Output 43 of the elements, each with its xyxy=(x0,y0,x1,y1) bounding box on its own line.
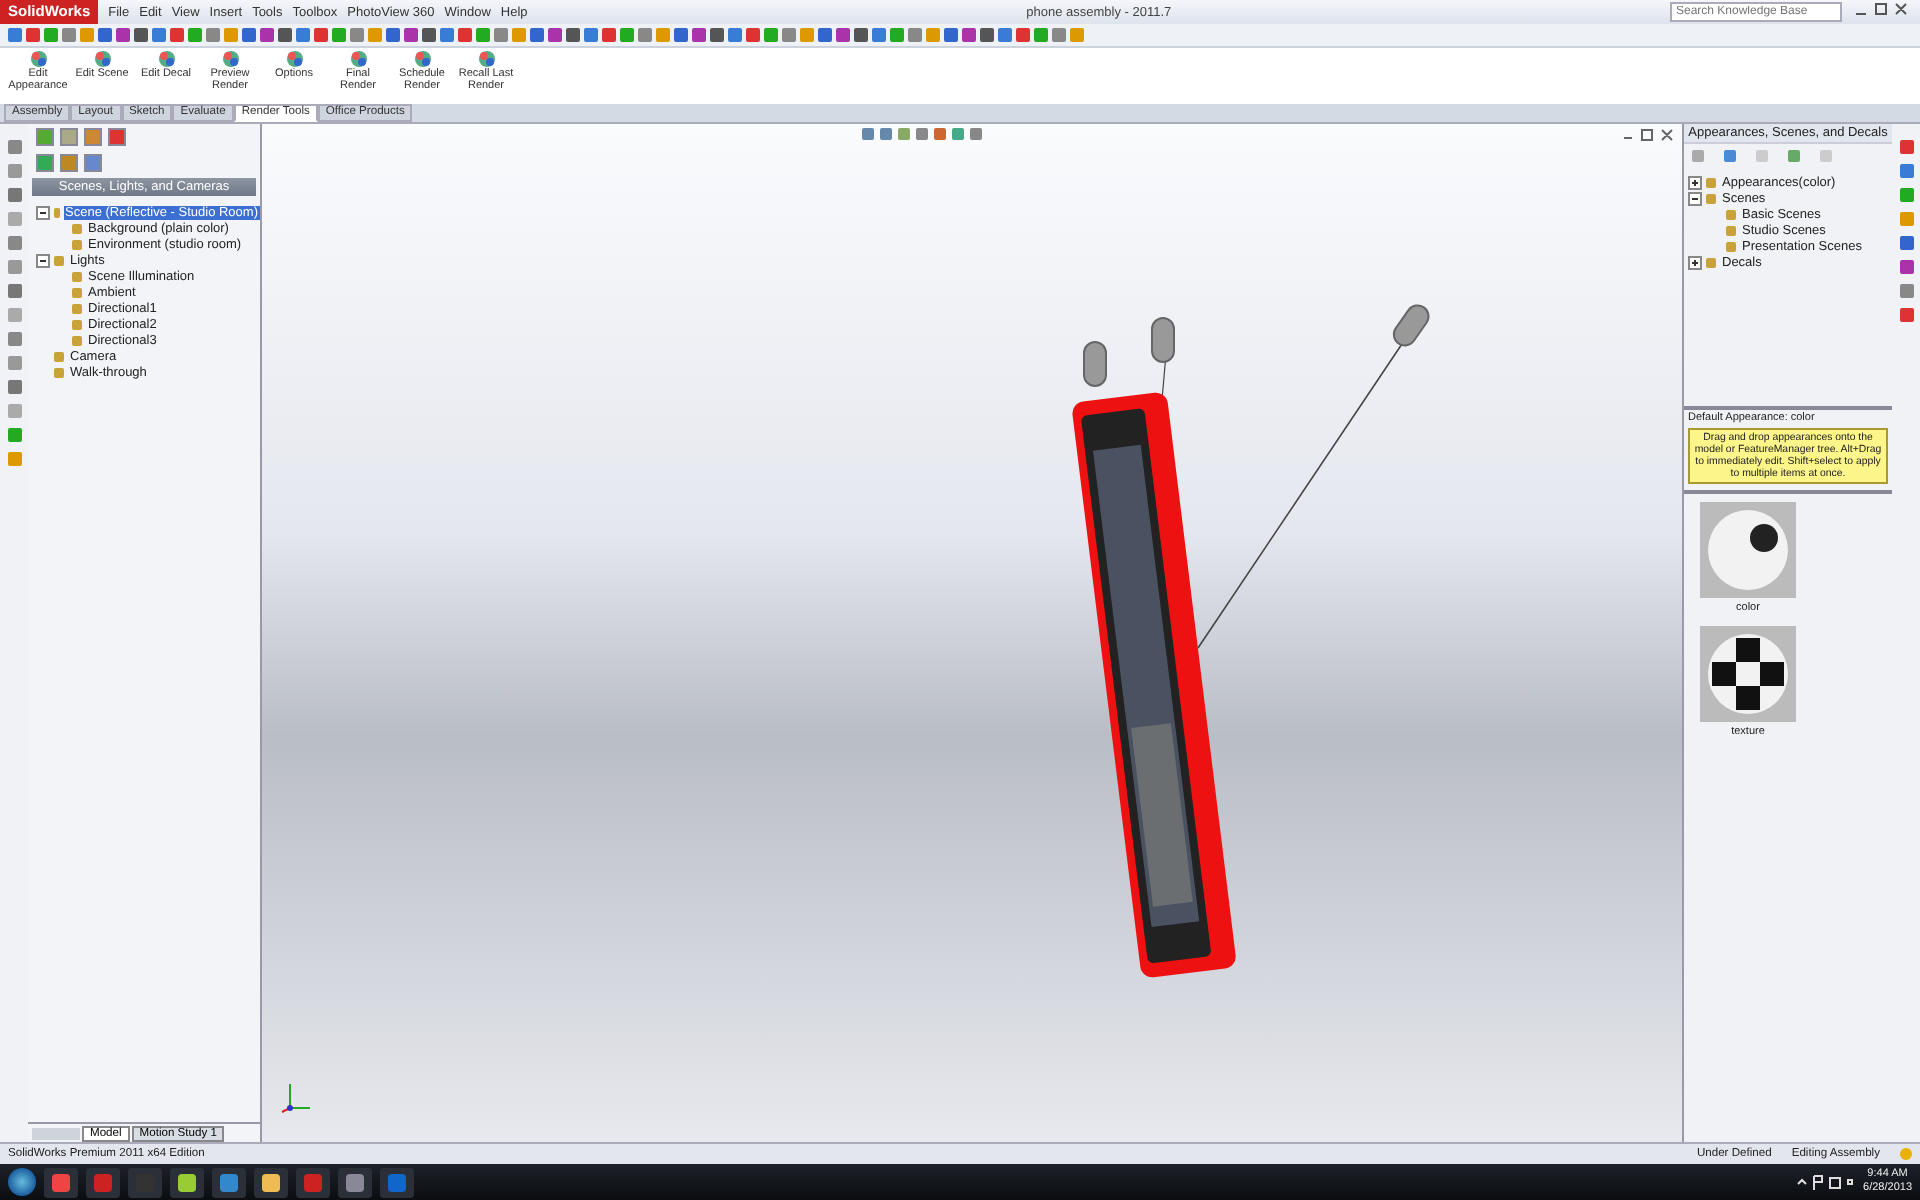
render-icon xyxy=(93,50,111,68)
taskbar-app-icon[interactable] xyxy=(170,1167,204,1197)
tree-node-icon xyxy=(54,367,64,377)
taskbar-app-icon[interactable] xyxy=(338,1167,372,1197)
panel-tool-icon[interactable] xyxy=(1756,150,1768,162)
taskbar-app-icon[interactable] xyxy=(254,1167,288,1197)
tree-node-icon xyxy=(72,223,82,233)
render-icon xyxy=(349,50,367,68)
expander-icon[interactable] xyxy=(1688,175,1702,189)
expander-icon[interactable] xyxy=(1688,255,1702,269)
status-icon[interactable] xyxy=(1900,1148,1912,1160)
tree-node-icon xyxy=(72,319,82,329)
panel-tool-icon[interactable] xyxy=(1820,150,1832,162)
tree-node-icon xyxy=(54,255,64,265)
taskbar-app-icon[interactable] xyxy=(212,1167,246,1197)
panel-tool-icon[interactable] xyxy=(1788,150,1800,162)
expander-icon[interactable] xyxy=(1688,191,1702,205)
tree-node-icon xyxy=(54,207,60,217)
render-icon xyxy=(221,50,239,68)
expander-icon[interactable] xyxy=(36,253,50,267)
panel-tool-icon[interactable] xyxy=(1724,150,1736,162)
tree-node-icon xyxy=(72,335,82,345)
render-icon xyxy=(477,50,495,68)
panel-tool-icon[interactable] xyxy=(1692,150,1704,162)
graphics-viewport[interactable] xyxy=(262,124,1684,1142)
tree-node-icon xyxy=(72,287,82,297)
tree-node-icon xyxy=(54,351,64,361)
appearance-swatch[interactable] xyxy=(1700,626,1796,722)
tree-node-icon xyxy=(72,239,82,249)
axis-triad-icon xyxy=(281,1083,311,1113)
render-icon xyxy=(29,50,47,68)
render-icon xyxy=(413,50,431,68)
window-controls-icon[interactable] xyxy=(1622,128,1674,142)
taskbar-app-icon[interactable] xyxy=(44,1167,78,1197)
render-icon xyxy=(285,50,303,68)
system-tray-icon[interactable] xyxy=(1795,1174,1856,1190)
appearance-swatch[interactable] xyxy=(1700,502,1796,598)
tree-node-icon xyxy=(72,271,82,281)
start-button[interactable] xyxy=(8,1168,36,1196)
tree-node-icon xyxy=(72,303,82,313)
expander-icon[interactable] xyxy=(36,205,50,219)
render-icon xyxy=(157,50,175,68)
phone-model-drawing[interactable] xyxy=(1071,300,1434,979)
